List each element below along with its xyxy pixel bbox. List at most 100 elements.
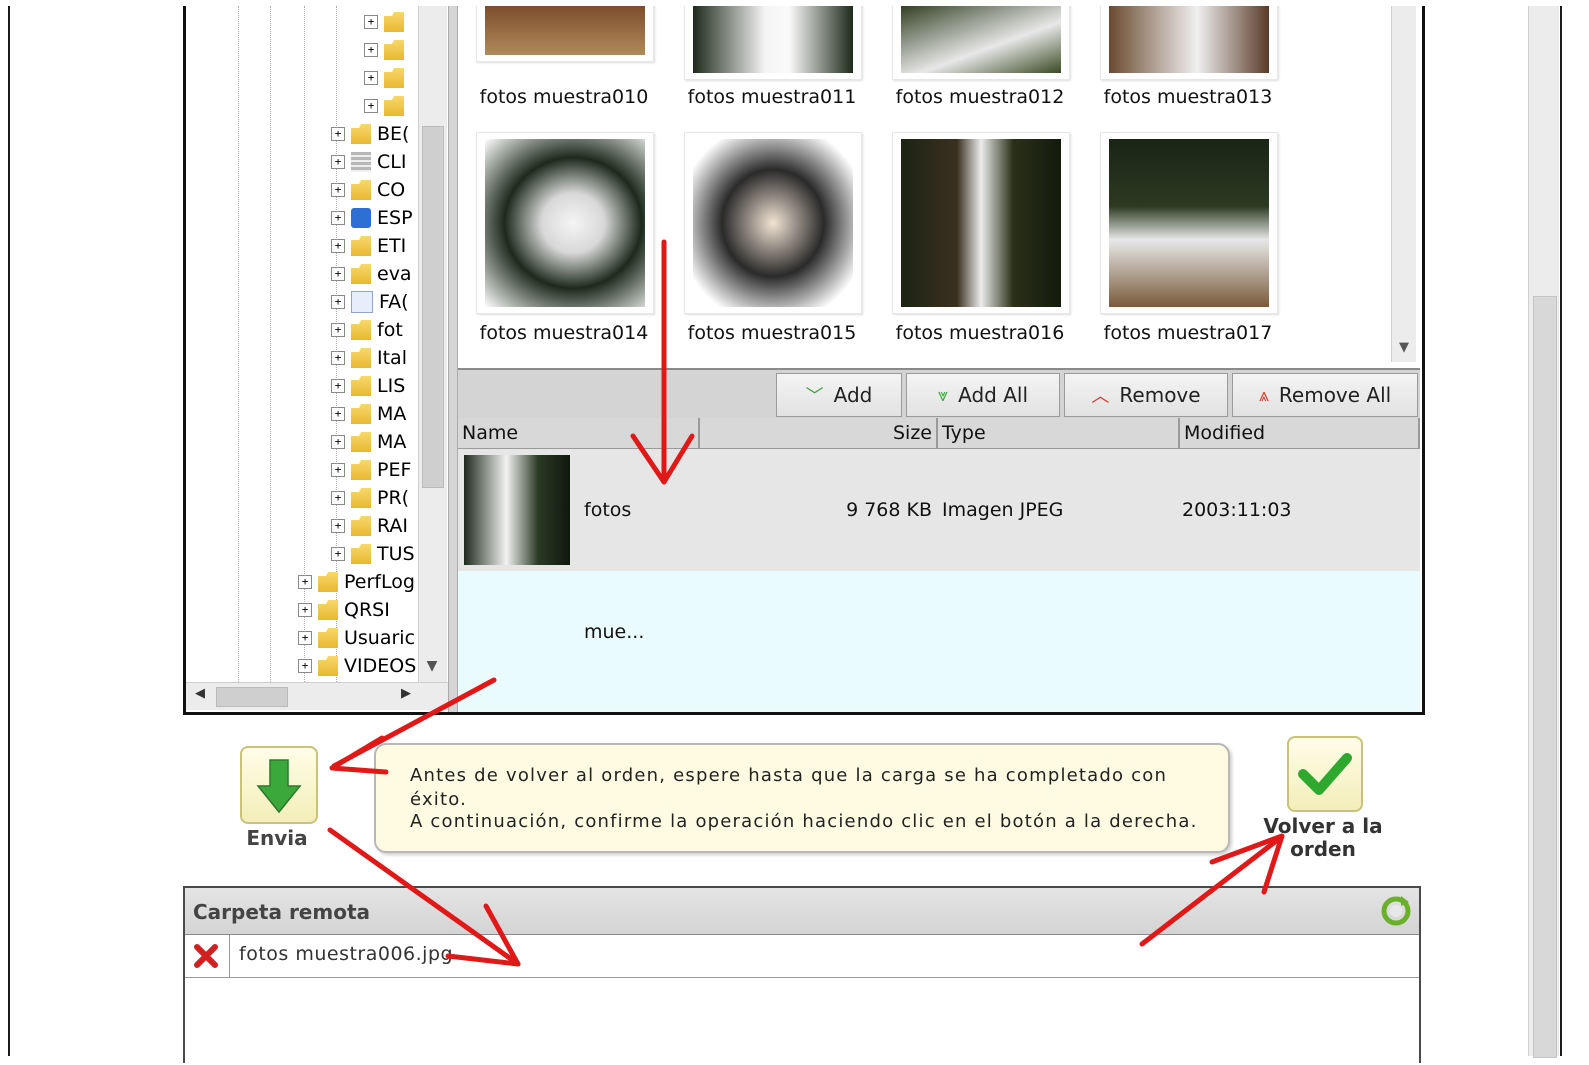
tree-item-label: MA <box>377 403 407 425</box>
tree-item[interactable]: + TUS <box>331 542 415 566</box>
tree-item[interactable]: + Ital <box>331 346 407 370</box>
tree-item[interactable]: + PEF <box>331 458 411 482</box>
expand-icon[interactable]: + <box>298 575 312 589</box>
tree-item[interactable]: + FA( <box>331 290 409 314</box>
table-row[interactable]: fotos mue... 9 768 KB Imagen JPEG 2003:1… <box>458 449 1420 643</box>
tree-item[interactable]: + fot <box>331 318 403 342</box>
column-header-size[interactable]: Size <box>698 418 938 448</box>
tree-hscroll-thumb[interactable] <box>216 687 288 707</box>
delete-icon[interactable] <box>191 941 221 971</box>
tree-item[interactable]: + BE( <box>331 122 409 146</box>
scroll-down-icon[interactable]: ▼ <box>422 658 442 678</box>
page-scrollbar[interactable] <box>1528 6 1559 1058</box>
gallery-scrollbar[interactable]: ▼ <box>1391 6 1416 362</box>
expand-icon[interactable]: + <box>331 407 345 421</box>
expand-icon[interactable]: + <box>298 631 312 645</box>
remove-all-button[interactable]: ⩓ Remove All <box>1232 373 1418 417</box>
upload-button[interactable] <box>240 746 318 824</box>
tree-vertical-scrollbar[interactable]: ▼ <box>418 6 447 682</box>
tree-item-label: BE( <box>377 123 410 145</box>
photo-caption: fotos muestra010 <box>479 86 649 108</box>
column-header-modified[interactable]: Modified <box>1178 418 1420 448</box>
tree-item[interactable]: + ETI <box>331 234 406 258</box>
expand-icon[interactable]: + <box>364 43 378 57</box>
tree-item[interactable]: + ESP <box>331 206 413 230</box>
column-header-name[interactable]: Name <box>458 418 700 448</box>
back-label-line: Volver a la <box>1263 814 1383 838</box>
expand-icon[interactable]: + <box>331 323 345 337</box>
refresh-icon[interactable] <box>1379 894 1413 928</box>
tree-item[interactable]: + QRSI <box>298 598 390 622</box>
expand-icon[interactable]: + <box>331 211 345 225</box>
expand-icon[interactable]: + <box>331 379 345 393</box>
expand-icon[interactable]: + <box>331 463 345 477</box>
pane-splitter[interactable] <box>448 6 458 712</box>
expand-icon[interactable]: + <box>298 603 312 617</box>
expand-icon[interactable]: + <box>331 239 345 253</box>
expand-icon[interactable]: + <box>364 99 378 113</box>
note-line: Antes de volver al orden, espere hasta q… <box>410 765 1168 786</box>
tree-item[interactable]: + Usuaric <box>298 626 415 650</box>
expand-icon[interactable]: + <box>331 267 345 281</box>
tree-item-label: VIDEOS <box>344 655 417 677</box>
tree-item[interactable]: + <box>364 38 410 62</box>
tree-item[interactable]: + <box>364 94 410 118</box>
tree-item[interactable]: + <box>364 66 410 90</box>
tree-item[interactable]: + eva <box>331 262 412 286</box>
page-scrollbar-thumb[interactable] <box>1533 296 1557 1058</box>
tree-item[interactable]: + RAI <box>331 514 408 538</box>
tree-item[interactable]: + CLI <box>331 150 406 174</box>
photo-thumbnail[interactable] <box>476 6 654 62</box>
add-button[interactable]: ﹀ Add <box>776 373 902 417</box>
remote-file-row[interactable]: fotos muestra006.jpg <box>185 935 1419 978</box>
expand-icon[interactable]: + <box>331 155 345 169</box>
photo-thumbnail[interactable] <box>1100 6 1278 80</box>
photo-thumbnail[interactable] <box>476 132 654 314</box>
folder-icon <box>351 404 371 424</box>
expand-icon[interactable]: + <box>331 519 345 533</box>
column-header-type[interactable]: Type <box>936 418 1180 448</box>
scroll-left-icon[interactable]: ◀ <box>190 686 210 706</box>
folder-tree: + + + + + BE( + CLI + CO + ESP + ETI + eva + FA… <box>186 6 448 682</box>
tree-item-label: QRSI <box>344 599 390 621</box>
tree-item[interactable]: + LIS <box>331 374 405 398</box>
scroll-right-icon[interactable]: ▶ <box>396 686 416 706</box>
back-label-line: orden <box>1290 837 1356 861</box>
tree-item-label: fot <box>377 319 403 341</box>
expand-icon[interactable]: + <box>331 435 345 449</box>
expand-icon[interactable]: + <box>331 547 345 561</box>
tree-item-label: eva <box>377 263 412 285</box>
tree-horizontal-scrollbar[interactable]: ◀ ▶ <box>186 682 448 710</box>
tree-item[interactable]: + PerfLog <box>298 570 415 594</box>
remote-file-name: fotos muestra006.jpg <box>239 943 454 965</box>
tree-item[interactable]: + PR( <box>331 486 409 510</box>
expand-icon[interactable]: + <box>298 659 312 673</box>
tree-item-label: Ital <box>377 347 407 369</box>
expand-icon[interactable]: + <box>331 183 345 197</box>
photo-thumbnail[interactable] <box>892 6 1070 80</box>
remove-button[interactable]: ︿ Remove <box>1064 373 1228 417</box>
back-to-order-button[interactable] <box>1287 736 1363 812</box>
tree-item[interactable]: + MA <box>331 430 406 454</box>
chevron-up-icon: ︿ <box>1091 386 1110 407</box>
scroll-down-icon[interactable]: ▼ <box>1394 340 1414 360</box>
add-all-button[interactable]: ⩔ Add All <box>906 373 1060 417</box>
expand-icon[interactable]: + <box>331 491 345 505</box>
expand-icon[interactable]: + <box>331 351 345 365</box>
tree-item[interactable]: + MA <box>331 402 406 426</box>
photo-thumbnail[interactable] <box>684 6 862 80</box>
photo-thumbnail[interactable] <box>1100 132 1278 314</box>
tree-item[interactable]: + CO <box>331 178 405 202</box>
expand-icon[interactable]: + <box>364 71 378 85</box>
folder-icon <box>318 628 338 648</box>
folder-icon <box>351 516 371 536</box>
expand-icon[interactable]: + <box>331 127 345 141</box>
tree-item[interactable]: + <box>364 10 410 34</box>
tree-scrollbar-thumb[interactable] <box>422 126 444 488</box>
photo-thumbnail[interactable] <box>684 132 862 314</box>
add-button-label: Add <box>833 383 873 407</box>
tree-item[interactable]: + VIDEOS <box>298 654 416 678</box>
photo-thumbnail[interactable] <box>892 132 1070 314</box>
expand-icon[interactable]: + <box>331 295 345 309</box>
expand-icon[interactable]: + <box>364 15 378 29</box>
